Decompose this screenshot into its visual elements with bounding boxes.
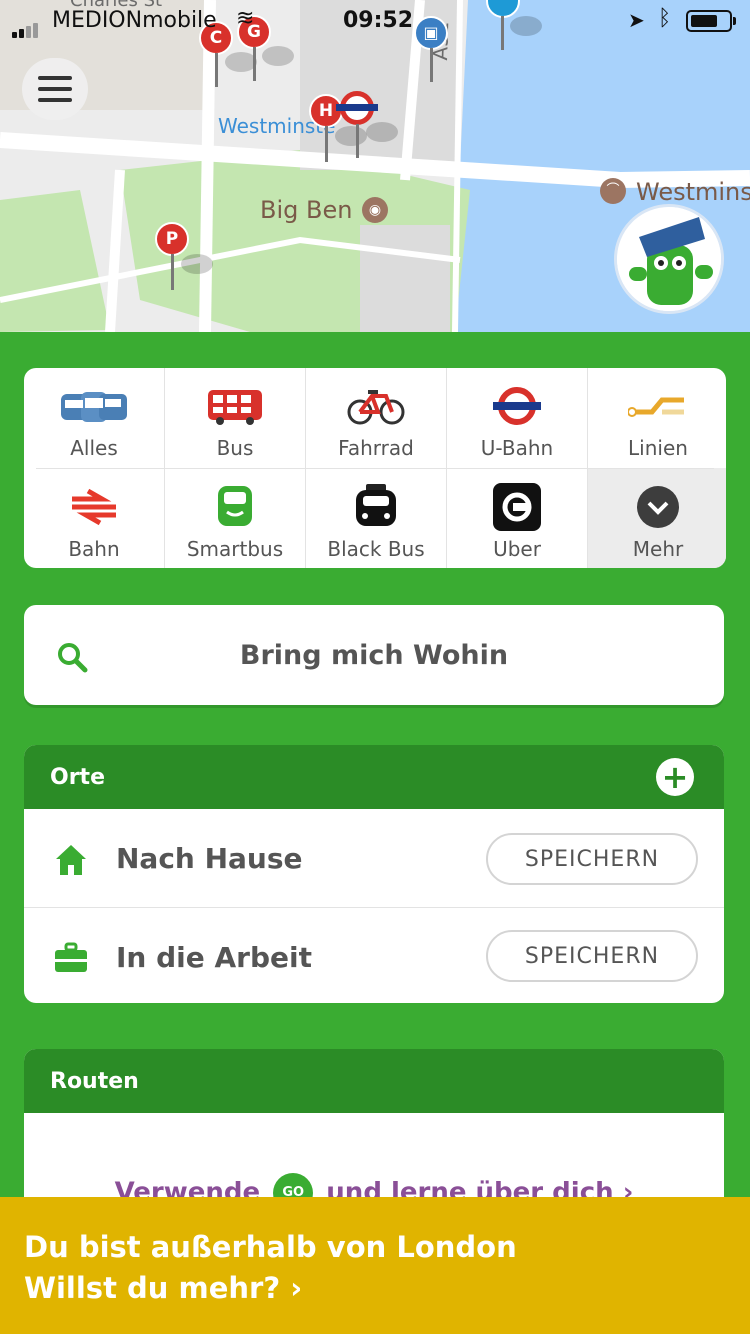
mode-label: Mehr bbox=[632, 537, 684, 561]
routes-panel: Routen Verwende GO und lerne über dich › bbox=[24, 1049, 724, 1209]
place-row-home[interactable]: Nach Hause SPEICHERN bbox=[24, 809, 724, 907]
underground-bar bbox=[336, 104, 378, 111]
smartbus-icon bbox=[215, 479, 255, 535]
search-bar[interactable]: Bring mich Wohin bbox=[24, 605, 724, 705]
mode-label: Alles bbox=[70, 436, 118, 460]
underground-icon bbox=[491, 378, 543, 434]
place-label: Nach Hause bbox=[116, 841, 303, 875]
map-big-ben-label: Big Ben bbox=[260, 196, 353, 224]
mode-rail[interactable]: Bahn bbox=[24, 469, 164, 568]
bluetooth-icon: ᛒ bbox=[658, 6, 672, 31]
mascot-avatar-button[interactable] bbox=[614, 204, 724, 314]
mode-smartbus[interactable]: Smartbus bbox=[165, 469, 305, 568]
battery-tip bbox=[733, 17, 736, 25]
routes-header: Routen bbox=[24, 1049, 724, 1113]
mode-all[interactable]: Alles bbox=[24, 368, 164, 468]
mode-lines[interactable]: Linien bbox=[588, 368, 726, 468]
menu-line bbox=[38, 87, 72, 91]
mode-label: Uber bbox=[493, 537, 541, 561]
places-panel: Orte + Nach Hause SPEICHERN In die Arbei… bbox=[24, 745, 724, 1003]
pin-stick bbox=[253, 47, 256, 81]
wifi-icon: ≋ bbox=[236, 6, 255, 31]
save-home-button[interactable]: SPEICHERN bbox=[486, 833, 698, 885]
signal-strength-icon bbox=[12, 13, 40, 38]
mascot-icon bbox=[617, 207, 721, 311]
outside-london-banner[interactable]: Du bist außerhalb von London Willst du m… bbox=[0, 1197, 750, 1334]
transport-mode-grid: Alles Bus Fahrrad U-Bahn Linien Bahn Sma… bbox=[24, 368, 726, 568]
banner-line-1: Du bist außerhalb von London bbox=[24, 1230, 517, 1264]
place-row-work[interactable]: In die Arbeit SPEICHERN bbox=[24, 908, 724, 1003]
chevron-down-icon bbox=[636, 479, 680, 535]
pin-stick bbox=[356, 124, 359, 158]
all-transport-icon bbox=[59, 378, 129, 434]
battery-icon bbox=[686, 10, 732, 32]
add-place-button[interactable]: + bbox=[656, 758, 694, 796]
black-bus-icon bbox=[353, 479, 399, 535]
bridge-icon: ⌒ bbox=[600, 178, 626, 204]
carrier-name: MEDIONmobile bbox=[52, 8, 217, 33]
mode-label: Bahn bbox=[68, 537, 120, 561]
briefcase-icon bbox=[54, 942, 88, 980]
mode-label: Linien bbox=[628, 436, 688, 460]
pin-stick bbox=[171, 254, 174, 290]
mode-label: Fahrrad bbox=[338, 436, 414, 460]
menu-line bbox=[38, 76, 72, 80]
uber-icon bbox=[493, 479, 541, 535]
pin-stick bbox=[325, 126, 328, 162]
pin-stick bbox=[430, 48, 433, 82]
mode-label: Smartbus bbox=[186, 537, 284, 561]
mode-bus[interactable]: Bus bbox=[165, 368, 305, 468]
routes-body[interactable]: Verwende GO und lerne über dich › bbox=[24, 1113, 724, 1209]
mode-uber[interactable]: Uber bbox=[447, 469, 587, 568]
place-label: In die Arbeit bbox=[116, 940, 312, 974]
mode-label: Black Bus bbox=[327, 537, 425, 561]
map-westminster-bridge-label: Westmins bbox=[636, 178, 750, 206]
save-work-button[interactable]: SPEICHERN bbox=[486, 930, 698, 982]
hamburger-menu-button[interactable] bbox=[22, 58, 88, 120]
places-title: Orte bbox=[50, 764, 105, 790]
menu-line bbox=[38, 98, 72, 102]
mode-black-bus[interactable]: Black Bus bbox=[306, 469, 446, 568]
map-view[interactable]: Charles St Westminste A32 Big Ben ◉ ⌒ We… bbox=[0, 0, 750, 332]
pin-shadow bbox=[262, 46, 294, 66]
bicycle-icon bbox=[346, 378, 406, 434]
pin-shadow bbox=[335, 126, 367, 146]
pin-shadow bbox=[366, 122, 398, 142]
location-arrow-icon: ➤ bbox=[628, 8, 645, 32]
places-header: Orte + bbox=[24, 745, 724, 809]
clock: 09:52 bbox=[343, 8, 414, 33]
mode-bicycle[interactable]: Fahrrad bbox=[306, 368, 446, 468]
lines-icon bbox=[628, 378, 688, 434]
camera-icon: ◉ bbox=[362, 197, 388, 223]
pin-shadow bbox=[181, 254, 213, 274]
search-icon bbox=[56, 641, 88, 677]
status-bar: MEDIONmobile ≋ 09:52 ➤ ᛒ bbox=[0, 0, 750, 40]
mode-underground[interactable]: U-Bahn bbox=[447, 368, 587, 468]
routes-title: Routen bbox=[50, 1068, 139, 1094]
bus-icon bbox=[206, 378, 264, 434]
search-input[interactable]: Bring mich Wohin bbox=[24, 640, 724, 671]
pin-stick bbox=[215, 53, 218, 87]
home-icon bbox=[54, 843, 88, 881]
mode-label: U-Bahn bbox=[480, 436, 554, 460]
map-pin-p[interactable]: P bbox=[155, 222, 189, 256]
mode-label: Bus bbox=[216, 436, 254, 460]
map-pin-h[interactable]: H bbox=[309, 94, 343, 128]
mode-more[interactable]: Mehr bbox=[588, 469, 726, 568]
banner-line-2[interactable]: Willst du mehr? › bbox=[24, 1268, 750, 1309]
rail-icon bbox=[68, 479, 120, 535]
